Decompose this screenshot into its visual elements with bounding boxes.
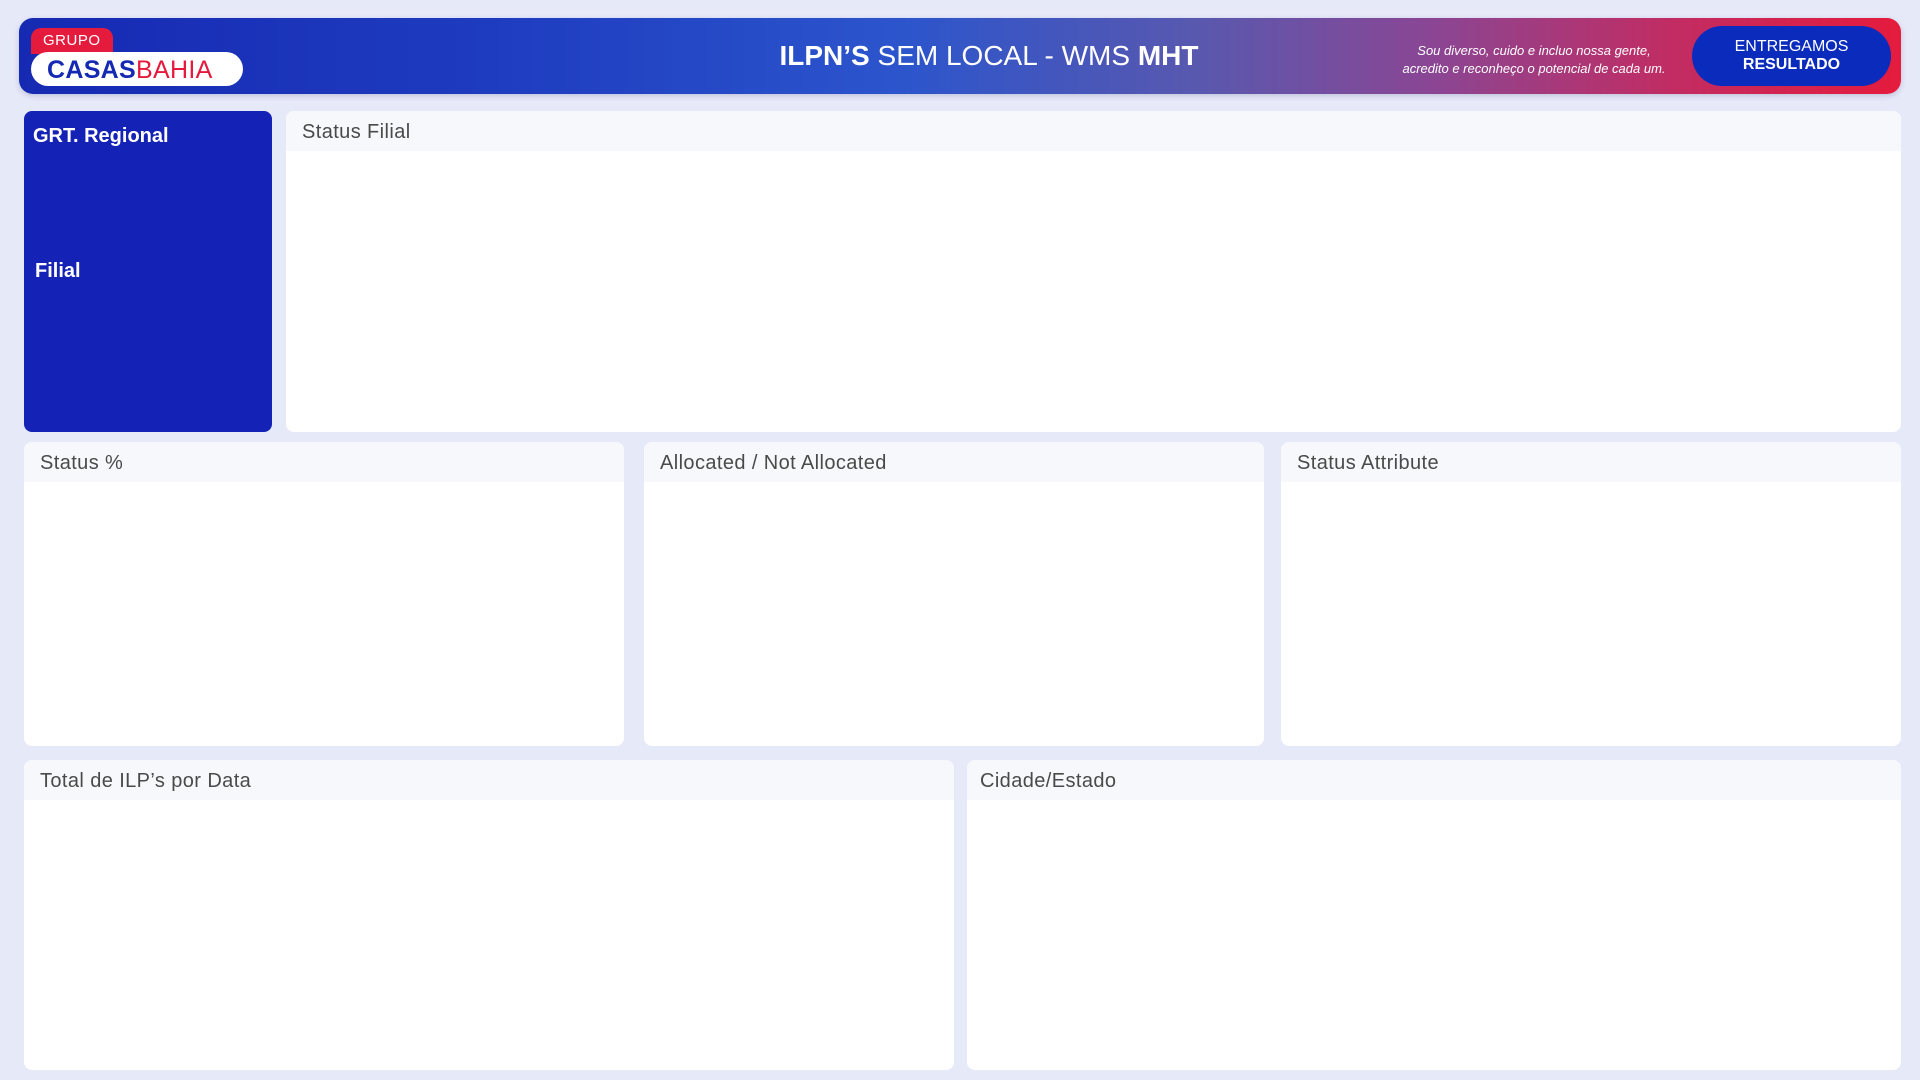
motto-line-2: acredito e reconheço o potencial de cada… [1402, 61, 1666, 76]
badge-line-2: RESULTADO [1742, 56, 1841, 73]
card-status-attribute: Status Attribute [1281, 442, 1901, 746]
card-title-status-attribute: Status Attribute [1281, 442, 1901, 482]
card-title-allocated: Allocated / Not Allocated [644, 442, 1264, 482]
logo-bahia: BAHIA [136, 56, 213, 84]
card-total-por-data: Total de ILP’s por Data [24, 760, 954, 1070]
card-title-total-por-data: Total de ILP’s por Data [24, 760, 954, 800]
badge-line-1: ENTREGAMOS [1734, 38, 1849, 55]
card-allocated: Allocated / Not Allocated [644, 442, 1264, 746]
card-title-status-percent: Status % [24, 442, 624, 482]
logo-wordmark: CASASBAHIA [31, 52, 243, 86]
header-banner: GRUPO CASASBAHIA ILPN’S SEM LOCAL - WMS … [19, 18, 1901, 94]
card-status-percent: Status % [24, 442, 624, 746]
card-title-status-filial: Status Filial [286, 111, 1901, 151]
card-status-filial: Status Filial [286, 111, 1901, 432]
title-middle: SEM LOCAL - WMS [869, 40, 1138, 71]
filter-regional-label[interactable]: GRT. Regional [33, 125, 169, 148]
title-bold-ilpns: ILPN’S [779, 40, 870, 71]
logo-casas: CASAS [47, 56, 137, 84]
card-title-cidade-estado: Cidade/Estado [967, 760, 1901, 800]
filter-panel: GRT. Regional Filial [24, 111, 272, 432]
motto-line-1: Sou diverso, cuido e incluo nossa gente, [1417, 43, 1651, 58]
title-bold-mht: MHT [1137, 40, 1199, 71]
filter-filial-label[interactable]: Filial [35, 260, 81, 283]
grupo-casas-bahia-logo: GRUPO CASASBAHIA [31, 28, 243, 86]
page-title: ILPN’S SEM LOCAL - WMS MHT [639, 40, 1339, 72]
entregamos-resultado-badge: ENTREGAMOS RESULTADO [1692, 26, 1891, 86]
motto-text: Sou diverso, cuido e incluo nossa gente,… [1339, 42, 1729, 78]
logo-tag: GRUPO [31, 28, 113, 54]
card-cidade-estado: Cidade/Estado [967, 760, 1901, 1070]
